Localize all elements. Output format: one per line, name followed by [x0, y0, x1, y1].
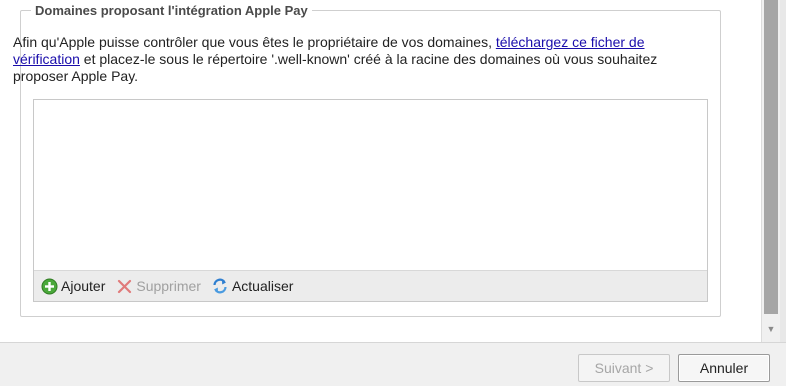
- refresh-icon: [211, 277, 229, 295]
- delete-button-label: Supprimer: [136, 278, 201, 294]
- scroll-down-arrow-icon[interactable]: ▼: [762, 322, 780, 336]
- scrollbar-thumb[interactable]: [764, 0, 778, 314]
- window-edge: [780, 0, 786, 342]
- add-button[interactable]: Ajouter: [40, 277, 105, 295]
- dialog-content: Domaines proposant l'intégration Apple P…: [0, 0, 761, 342]
- description-before: Afin qu'Apple puisse contrôler que vous …: [13, 34, 496, 50]
- add-button-label: Ajouter: [61, 278, 106, 294]
- refresh-button[interactable]: Actualiser: [211, 277, 293, 295]
- vertical-scrollbar[interactable]: ▼: [761, 0, 780, 342]
- next-button[interactable]: Suivant >: [578, 354, 670, 382]
- refresh-button-label: Actualiser: [231, 278, 294, 294]
- domains-list-area[interactable]: [34, 100, 707, 271]
- domains-list[interactable]: Ajouter Supprimer Actualiser: [33, 99, 708, 302]
- plus-circle-icon: [40, 277, 58, 295]
- x-icon: [115, 277, 133, 295]
- group-legend: Domaines proposant l'intégration Apple P…: [35, 3, 308, 18]
- footer-divider: [0, 342, 786, 343]
- list-toolbar: Ajouter Supprimer Actualiser: [34, 270, 707, 301]
- description-text: Afin qu'Apple puisse contrôler que vous …: [13, 34, 693, 85]
- delete-button[interactable]: Supprimer: [115, 277, 201, 295]
- description-after: et placez-le sous le répertoire '.well-k…: [13, 51, 658, 84]
- cancel-button[interactable]: Annuler: [678, 354, 770, 382]
